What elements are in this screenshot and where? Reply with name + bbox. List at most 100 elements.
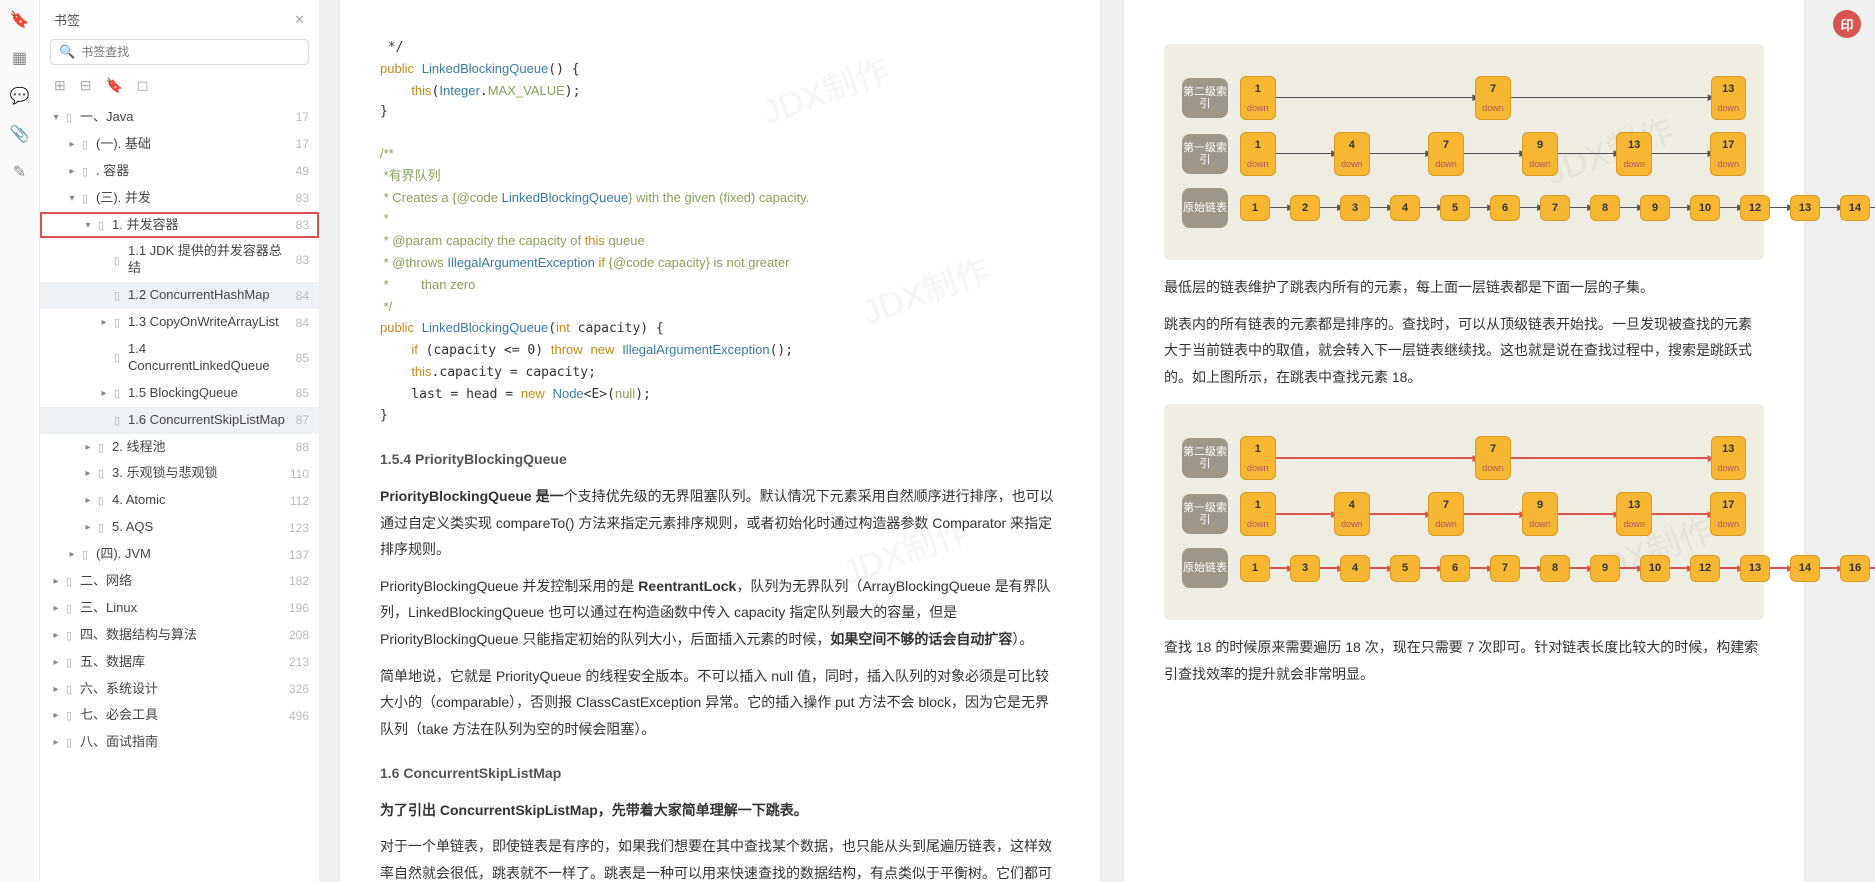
bookmark-tree[interactable]: ▾▯一、Java17▸▯(一). 基础17▸▯. 容器49▾▯(三). 并发83… [40,104,319,882]
edit-icon[interactable]: ✎ [10,162,30,182]
attachments-icon[interactable]: 📎 [10,124,30,144]
tree-node[interactable]: ▸▯1.5 BlockingQueue85 [40,380,319,407]
tree-node[interactable]: ▾▯一、Java17 [40,104,319,131]
collapse-icon[interactable]: ▾ [66,193,78,204]
expand-icon[interactable]: ▸ [50,630,62,641]
arrow-icon [1520,567,1540,569]
tree-node[interactable]: ▸▯五、数据库213 [40,649,319,676]
tree-node[interactable]: ▸▯. 容器49 [40,158,319,185]
expand-icon[interactable]: ▸ [66,549,78,560]
comments-icon[interactable]: 💬 [10,86,30,106]
expand-icon[interactable]: ▸ [50,710,62,721]
node-value: 10 [1649,562,1661,574]
expand-icon[interactable]: ▸ [66,139,78,150]
skiplist-node: 13down [1711,76,1747,120]
search-input[interactable] [81,45,300,59]
bookmark-tab-icon[interactable]: 🔖 [10,10,30,30]
skiplist-node: 13down [1711,436,1747,480]
bookmark-add-icon[interactable]: 🔖 [105,77,122,94]
skiplist-node: 6 [1490,195,1520,222]
tree-node[interactable]: ▯1.2 ConcurrentHashMap84 [40,282,319,309]
arrow-icon [1270,207,1290,208]
level-label: 第一级索引 [1182,494,1228,534]
tree-node[interactable]: ▸▯八、面试指南 [40,729,319,756]
tree-node[interactable]: ▯1.6 ConcurrentSkipListMap87 [40,407,319,434]
diagram-row: 第二级索引1down7down13down [1182,76,1746,120]
tree-node[interactable]: ▸▯4. Atomic112 [40,487,319,514]
expand-icon[interactable]: ▸ [50,657,62,668]
skiplist-node: 12 [1690,555,1720,582]
collapse-icon[interactable]: ▾ [50,112,62,123]
tree-label: 五、数据库 [80,652,281,673]
tree-node[interactable]: ▸▯3. 乐观锁与悲观锁110 [40,460,319,487]
tree-node[interactable]: ▸▯(一). 基础17 [40,131,319,158]
arrow-icon [1870,207,1875,208]
skiplist-node: 1down [1240,76,1276,120]
arrow-icon [1570,207,1590,208]
node-value: 9 [1652,202,1658,214]
stamp-badge[interactable]: 印 [1833,10,1861,38]
tree-node[interactable]: ▯1.4 ConcurrentLinkedQueue85 [40,336,319,380]
node-value: 13 [1799,202,1811,214]
skiplist-node: 7down [1475,436,1511,480]
tree-page: 49 [296,164,309,178]
arrow-icon [1511,457,1711,459]
arrow-icon [1420,567,1440,569]
collapse-all-icon[interactable]: ⊟ [80,77,92,94]
tree-node[interactable]: ▸▯六、系统设计326 [40,676,319,703]
expand-icon[interactable]: ▸ [82,495,94,506]
arrow-icon [1620,207,1640,208]
thumbnails-icon[interactable]: ▦ [10,48,30,68]
arrow-icon [1770,567,1790,569]
expand-icon[interactable]: ▸ [82,522,94,533]
close-icon[interactable]: ✕ [294,12,305,28]
arrow-icon [1558,513,1617,515]
tree-page: 84 [296,316,309,330]
tree-node[interactable]: ▸▯1.3 CopyOnWriteArrayList84 [40,309,319,336]
right-p1: 最低层的链表维护了跳表内所有的元素，每上面一层链表都是下面一层的子集。 [1164,274,1764,301]
arrow-icon [1558,153,1617,154]
tree-node[interactable]: ▯1.1 JDK 提供的并发容器总结83 [40,238,319,282]
tree-node[interactable]: ▾▯1. 并发容器83 [40,212,319,239]
expand-icon[interactable]: ▸ [50,737,62,748]
expand-all-icon[interactable]: ⊞ [54,77,66,94]
expand-icon[interactable]: ▸ [50,684,62,695]
tree-node[interactable]: ▸▯七、必会工具496 [40,702,319,729]
tree-node[interactable]: ▸▯四、数据结构与算法208 [40,622,319,649]
expand-icon[interactable]: ▸ [50,603,62,614]
down-pointer: down [1623,156,1645,173]
arrow-icon [1570,567,1590,569]
document-viewport[interactable]: JDX制作 JDX制作 JDX制作 */ public LinkedBlocki… [320,0,1875,882]
node-row: 1234567891012131415161718 [1240,195,1875,222]
down-pointer: down [1623,516,1645,533]
down-pointer: down [1529,516,1551,533]
node-value: 8 [1552,562,1558,574]
expand-icon[interactable]: ▸ [82,468,94,479]
arrow-icon [1670,567,1690,569]
expand-icon[interactable]: ▸ [66,166,78,177]
tree-node[interactable]: ▸▯5. AQS123 [40,514,319,541]
para-154c: 简单地说，它就是 PriorityQueue 的线程安全版本。不可以插入 nul… [380,663,1060,743]
node-row: 1down4down7down9down13down17down [1240,492,1746,536]
bookmark-icon: ▯ [94,467,108,480]
bookmark-icon: ▯ [94,521,108,534]
bookmark-outline-icon[interactable]: ◻ [137,77,149,94]
expand-icon[interactable]: ▸ [98,317,110,328]
down-pointer: down [1529,156,1551,173]
skiplist-node: 13down [1616,132,1652,176]
skiplist-node: 7 [1540,195,1570,222]
node-value: 1 [1255,443,1261,455]
tree-node[interactable]: ▾▯(三). 并发83 [40,185,319,212]
arrow-icon [1870,567,1875,569]
expand-icon[interactable]: ▸ [50,576,62,587]
tree-node[interactable]: ▸▯二、网络182 [40,568,319,595]
bookmark-search[interactable]: 🔍 [50,39,309,65]
para-16a: 为了引出 ConcurrentSkipListMap，先带着大家简单理解一下跳表… [380,797,1060,824]
tree-node[interactable]: ▸▯2. 线程池88 [40,434,319,461]
collapse-icon[interactable]: ▾ [82,220,94,231]
expand-icon[interactable]: ▸ [98,388,110,399]
tree-label: 一、Java [80,107,288,128]
tree-node[interactable]: ▸▯(四). JVM137 [40,541,319,568]
expand-icon[interactable]: ▸ [82,442,94,453]
tree-node[interactable]: ▸▯三、Linux196 [40,595,319,622]
